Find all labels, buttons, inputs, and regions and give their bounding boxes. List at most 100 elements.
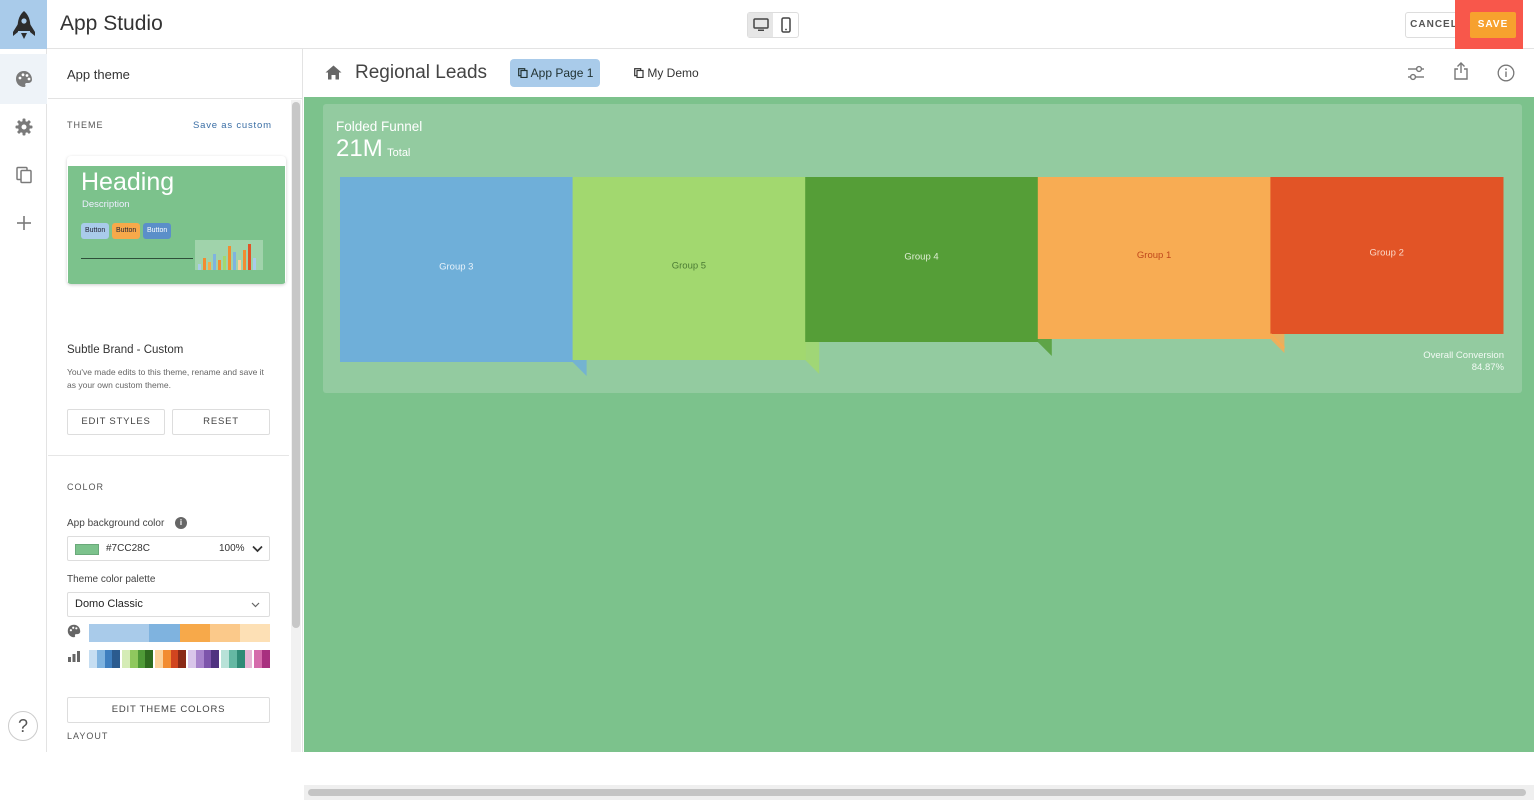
panel-scrollbar-thumb[interactable] [292,102,300,628]
panel-scrollbar[interactable] [291,100,301,752]
color-swatch [188,650,196,668]
funnel-fold [1037,339,1052,356]
palette-label: Theme color palette [67,574,156,585]
palette-select[interactable]: Domo Classic [67,592,270,617]
bg-color-opacity: 100% [219,543,245,554]
bg-color-label: App background color [67,518,165,529]
funnel-fold [572,360,587,376]
divider [48,455,289,456]
save-as-custom-link[interactable]: Save as custom [193,120,272,131]
color-swatch [104,650,113,668]
theme-section-label: THEME [67,120,104,130]
color-swatch [209,624,240,642]
save-button[interactable]: SAVE [1470,12,1516,38]
desktop-view-button[interactable] [748,13,773,37]
panel-title: App theme [67,67,130,82]
color-swatch [178,650,187,668]
tab-label: My Demo [647,66,699,80]
color-swatch [229,650,237,668]
add-nav-button[interactable] [0,198,47,248]
left-rail: ? [0,49,47,752]
chevron-down-icon [251,602,260,608]
page-bar: Regional Leads App Page 1 My Demo [304,49,1534,97]
page-title: Regional Leads [355,62,488,83]
funnel-bar-label: Group 5 [672,261,706,272]
theme-colors-swatch[interactable] [89,624,271,642]
panel-header: App theme [48,49,303,99]
info-icon[interactable] [1497,64,1515,82]
filter-sliders-icon[interactable] [1407,65,1425,81]
edit-styles-button[interactable]: EDIT STYLES [67,409,165,435]
main-area: Regional Leads App Page 1 My Demo Folded… [304,49,1534,800]
color-swatch [236,650,245,668]
settings-nav-button[interactable] [0,102,47,152]
color-swatch [89,650,97,668]
funnel-bar-label: Group 2 [1370,248,1404,259]
color-swatch [112,650,121,668]
color-swatch [244,650,253,668]
gear-icon [15,118,32,136]
pages-nav-button[interactable] [0,150,47,200]
palette-icon [67,624,81,638]
chart-colors-swatch[interactable] [89,650,270,668]
color-swatch [137,650,146,668]
help-button[interactable]: ? [8,711,38,741]
bar-chart-icon [68,651,80,662]
color-swatch [155,650,163,668]
funnel-bar-label: Group 3 [439,262,473,273]
preview-button: Button [143,223,172,239]
color-swatch [203,650,212,668]
plus-icon [16,216,31,230]
folded-funnel-card[interactable]: Folded Funnel 21M Total Group 3 Group 5 Gr… [323,104,1522,393]
layout-section-label: LAYOUT [67,731,109,741]
copy-icon [634,68,644,79]
theme-note: You've made edits to this theme, rename … [67,367,264,390]
color-swatch [96,650,105,668]
color-swatch [162,650,171,668]
color-swatch [145,650,154,668]
app-studio-logo[interactable] [0,0,47,49]
color-swatch [195,650,204,668]
horizontal-scrollbar[interactable] [304,785,1534,800]
conversion-value: 84.87% [1471,362,1504,373]
color-swatch [262,650,270,668]
preview-button: Button [81,223,110,239]
tab-label: App Page 1 [530,66,594,80]
share-icon[interactable] [1453,62,1469,80]
mobile-view-button[interactable] [773,13,798,37]
app-canvas: Folded Funnel 21M Total Group 3 Group 5 Gr… [304,97,1534,800]
theme-preview-card[interactable]: Heading Description Button Button Button [67,156,286,284]
preview-line [81,258,193,259]
panel-content: THEME Save as custom Heading Description… [48,100,289,752]
preview-heading: Heading [81,168,175,196]
tab-app-page-1[interactable]: App Page 1 [510,59,600,87]
theme-nav-button[interactable] [0,54,47,104]
color-swatch [119,624,150,642]
color-swatch [221,650,230,668]
mobile-icon [780,17,791,33]
rocket-icon [12,10,35,39]
conversion-label: Overall Conversion [1423,350,1504,361]
tab-my-demo[interactable]: My Demo [634,59,699,87]
bg-color-picker[interactable]: #7CC28C 100% [67,536,270,561]
color-swatch [149,624,180,642]
preview-description: Description [82,199,130,210]
top-bar: App Studio CANCEL SAVE [0,0,1534,49]
home-icon[interactable] [325,65,342,80]
horizontal-scrollbar-thumb[interactable] [308,789,1526,796]
reset-button[interactable]: RESET [172,409,270,435]
copy-icon [15,166,32,184]
color-swatch [170,650,179,668]
info-icon[interactable]: i [175,517,187,529]
color-section-label: COLOR [67,482,105,492]
palette-value: Domo Classic [75,598,143,610]
device-toggle [747,12,799,38]
bg-color-value: #7CC28C [106,543,150,554]
palette-icon [15,71,32,87]
color-swatch [75,544,99,555]
funnel-bar-label: Group 4 [904,252,938,263]
app-title: App Studio [60,12,163,35]
edit-theme-colors-button[interactable]: EDIT THEME COLORS [67,697,270,723]
preview-button: Button [112,223,141,239]
color-swatch [89,624,120,642]
